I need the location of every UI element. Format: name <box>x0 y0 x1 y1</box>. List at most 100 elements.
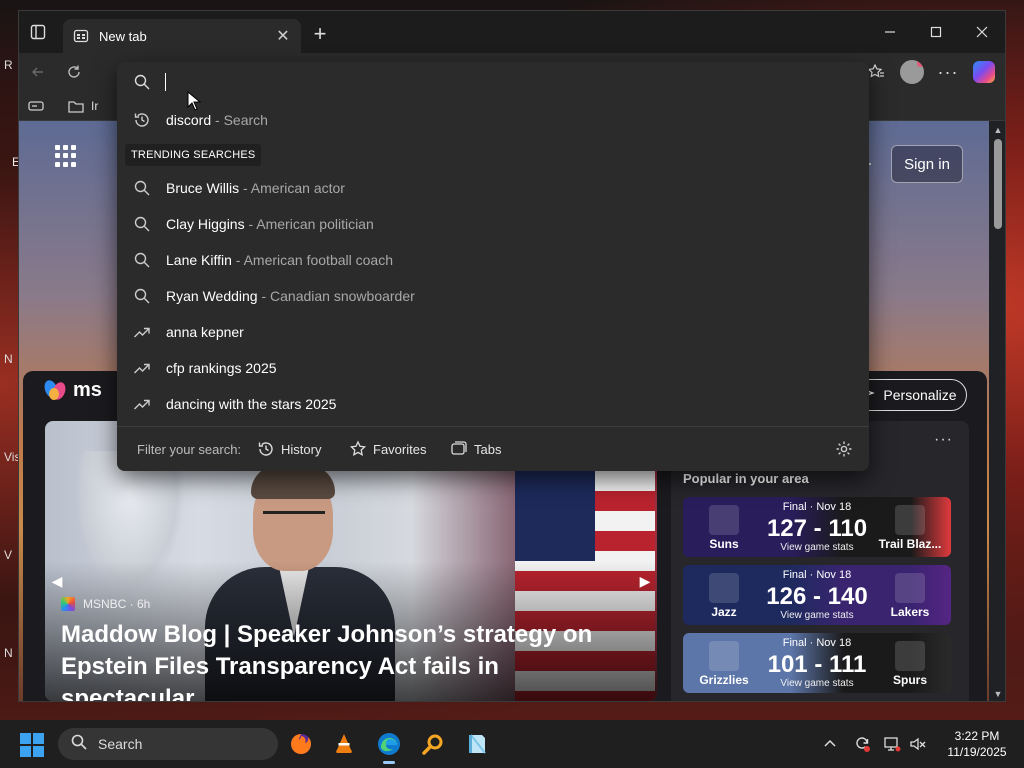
suggestion-trending[interactable]: Lane Kiffin - American football coach <box>117 242 869 278</box>
suggestion-trending[interactable]: anna kepner <box>117 314 869 350</box>
filter-label: Filter your search: <box>137 442 242 457</box>
drive-icon[interactable] <box>27 97 45 115</box>
address-bar[interactable] <box>117 62 869 102</box>
game-score-card[interactable]: Grizzlies Spurs Final · Nov 18 101 - 111 Vie… <box>683 633 951 693</box>
search-icon <box>133 287 151 305</box>
network-icon[interactable] <box>882 734 902 754</box>
msn-butterfly-icon <box>42 377 69 402</box>
vlc-icon[interactable] <box>330 730 358 758</box>
trending-searches-label: TRENDING SEARCHES <box>125 144 262 166</box>
maximize-icon[interactable] <box>913 11 959 53</box>
magnifier-search-app-icon[interactable] <box>419 730 447 758</box>
favorites-bar-item-label[interactable]: Ir <box>91 99 98 113</box>
game-score-card[interactable]: Suns Trail Blaz... Final · Nov 18 127 - 110… <box>683 497 951 557</box>
history-icon <box>257 440 275 458</box>
game-score: 127 - 110 <box>766 515 868 542</box>
copilot-icon[interactable] <box>971 59 997 85</box>
firefox-icon[interactable] <box>287 730 315 758</box>
msn-logo[interactable]: ms <box>42 377 102 402</box>
suggestion-trending[interactable]: Clay Higgins - American politician <box>117 206 869 242</box>
taskbar: Search 3:22 PM 11/19/2025 <box>0 720 1024 768</box>
scroll-down-icon[interactable]: ▼ <box>993 689 1003 699</box>
desktop-icon-label[interactable]: V <box>4 548 12 562</box>
clock-time: 3:22 PM <box>954 729 1000 743</box>
address-suggestions-dropdown: discord - Search TRENDING SEARCHES Bruce… <box>117 62 869 471</box>
edge-icon[interactable] <box>375 730 403 764</box>
suggestion-text: discord - Search <box>166 112 268 128</box>
page-scrollbar[interactable]: ▲ ▼ <box>989 121 1005 701</box>
notepad-app-icon[interactable] <box>463 730 491 758</box>
trending-icon <box>133 395 151 413</box>
game-status: Final · Nov 18 <box>782 501 852 513</box>
game-status: Final · Nov 18 <box>782 637 852 649</box>
trending-icon <box>133 323 151 341</box>
back-arrow-icon[interactable] <box>27 61 49 83</box>
system-clock[interactable]: 3:22 PM 11/19/2025 <box>940 728 1014 760</box>
story-source: MSNBC · 6h <box>61 597 150 611</box>
tab-actions-icon[interactable] <box>27 21 49 43</box>
folder-import-icon[interactable] <box>67 97 85 115</box>
volume-muted-icon[interactable] <box>908 734 928 754</box>
view-game-stats-link[interactable]: View game stats <box>683 610 951 621</box>
windows-start-icon[interactable] <box>20 733 44 757</box>
sync-alert-icon[interactable] <box>852 734 872 754</box>
view-game-stats-link[interactable]: View game stats <box>683 542 951 553</box>
filter-tabs-button[interactable]: Tabs <box>450 437 501 461</box>
new-tab-button[interactable]: + <box>309 23 331 45</box>
app-launcher-icon[interactable] <box>55 145 77 167</box>
story-headline[interactable]: Maddow Blog | Speaker Johnson’s strategy… <box>61 619 641 701</box>
avatar <box>900 60 924 84</box>
suggestion-text: anna kepner <box>166 324 244 340</box>
desktop-icon-label[interactable]: N <box>4 646 13 660</box>
minimize-icon[interactable] <box>867 11 913 53</box>
suggestion-text: Lane Kiffin - American football coach <box>166 252 393 268</box>
game-score: 101 - 111 <box>767 651 867 678</box>
suggestion-trending[interactable]: Bruce Willis - American actor <box>117 170 869 206</box>
search-icon <box>133 251 151 269</box>
search-icon <box>133 179 151 197</box>
view-game-stats-link[interactable]: View game stats <box>683 678 951 689</box>
desktop-icon-label[interactable]: N <box>4 352 13 366</box>
toolbar-right-group: ··· <box>863 59 997 85</box>
suggestion-text: dancing with the stars 2025 <box>166 396 337 412</box>
tabs-icon <box>450 440 468 458</box>
suggestion-trending[interactable]: dancing with the stars 2025 <box>117 386 869 422</box>
suggestion-trending[interactable]: cfp rankings 2025 <box>117 350 869 386</box>
filter-search-row: Filter your search: History Favorites Ta… <box>117 426 869 471</box>
close-window-icon[interactable] <box>959 11 1005 53</box>
carousel-next-icon[interactable]: ▶ <box>633 561 657 601</box>
tab-strip: New tab ✕ + <box>19 11 1005 53</box>
tab-new-tab[interactable]: New tab ✕ <box>63 19 301 53</box>
scroll-up-icon[interactable]: ▲ <box>993 125 1003 135</box>
tab-title: New tab <box>99 28 147 44</box>
scrollbar-thumb[interactable] <box>994 139 1002 229</box>
suggestion-trending[interactable]: Ryan Wedding - Canadian snowboarder <box>117 278 869 314</box>
text-caret <box>165 73 166 91</box>
game-score-card[interactable]: Jazz Lakers Final · Nov 18 126 - 140 View ga… <box>683 565 951 625</box>
msnbc-logo-icon <box>61 597 75 611</box>
sports-panel-title: Popular in your area <box>683 471 809 486</box>
filter-favorites-button[interactable]: Favorites <box>349 437 426 461</box>
more-options-icon[interactable]: ··· <box>935 59 961 85</box>
close-tab-icon[interactable]: ✕ <box>275 28 291 45</box>
chevron-up-icon[interactable] <box>820 734 840 754</box>
sign-in-button[interactable]: Sign in <box>891 145 963 183</box>
refresh-icon[interactable] <box>63 61 85 83</box>
history-icon <box>133 111 151 129</box>
filter-history-button[interactable]: History <box>257 437 321 461</box>
taskbar-search-box[interactable]: Search <box>58 728 278 760</box>
window-controls <box>867 11 1005 53</box>
trending-icon <box>133 359 151 377</box>
suggestion-recent[interactable]: discord - Search <box>117 102 869 138</box>
address-input[interactable] <box>163 68 763 96</box>
msn-wordmark: ms <box>73 379 102 401</box>
game-status: Final · Nov 18 <box>782 569 852 581</box>
desktop-icon-label[interactable]: R <box>4 58 13 72</box>
profile-avatar[interactable] <box>899 59 925 85</box>
suggestion-settings-gear-icon[interactable] <box>835 440 853 458</box>
carousel-prev-icon[interactable]: ◀ <box>45 561 69 601</box>
copilot-logo <box>973 61 995 83</box>
clock-date: 11/19/2025 <box>947 745 1007 759</box>
more-options-icon[interactable]: ··· <box>934 431 953 449</box>
search-icon <box>133 73 151 91</box>
